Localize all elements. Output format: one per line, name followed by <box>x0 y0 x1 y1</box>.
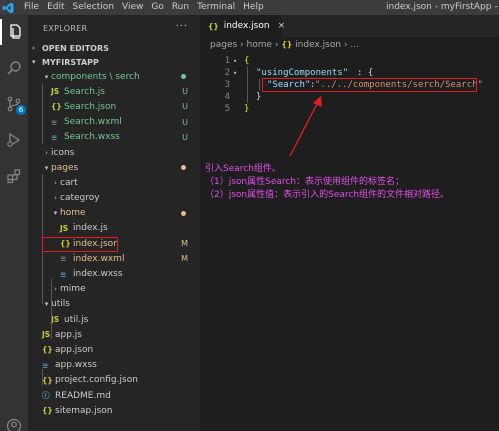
annotation-line: （1）json属性Search：表示使用组件的标签名； <box>205 177 405 187</box>
annotation-line: 引入Search组件。 <box>205 164 281 174</box>
annotation-line: （2）json属性值：表示引入的Search组件的文件相对路径。 <box>205 190 450 200</box>
annotation-arrow <box>289 96 322 157</box>
annotation-text: 引入Search组件。 （1）json属性Search：表示使用组件的标签名； … <box>205 163 449 202</box>
arrow-line <box>289 101 319 157</box>
arrow-head <box>313 96 322 107</box>
